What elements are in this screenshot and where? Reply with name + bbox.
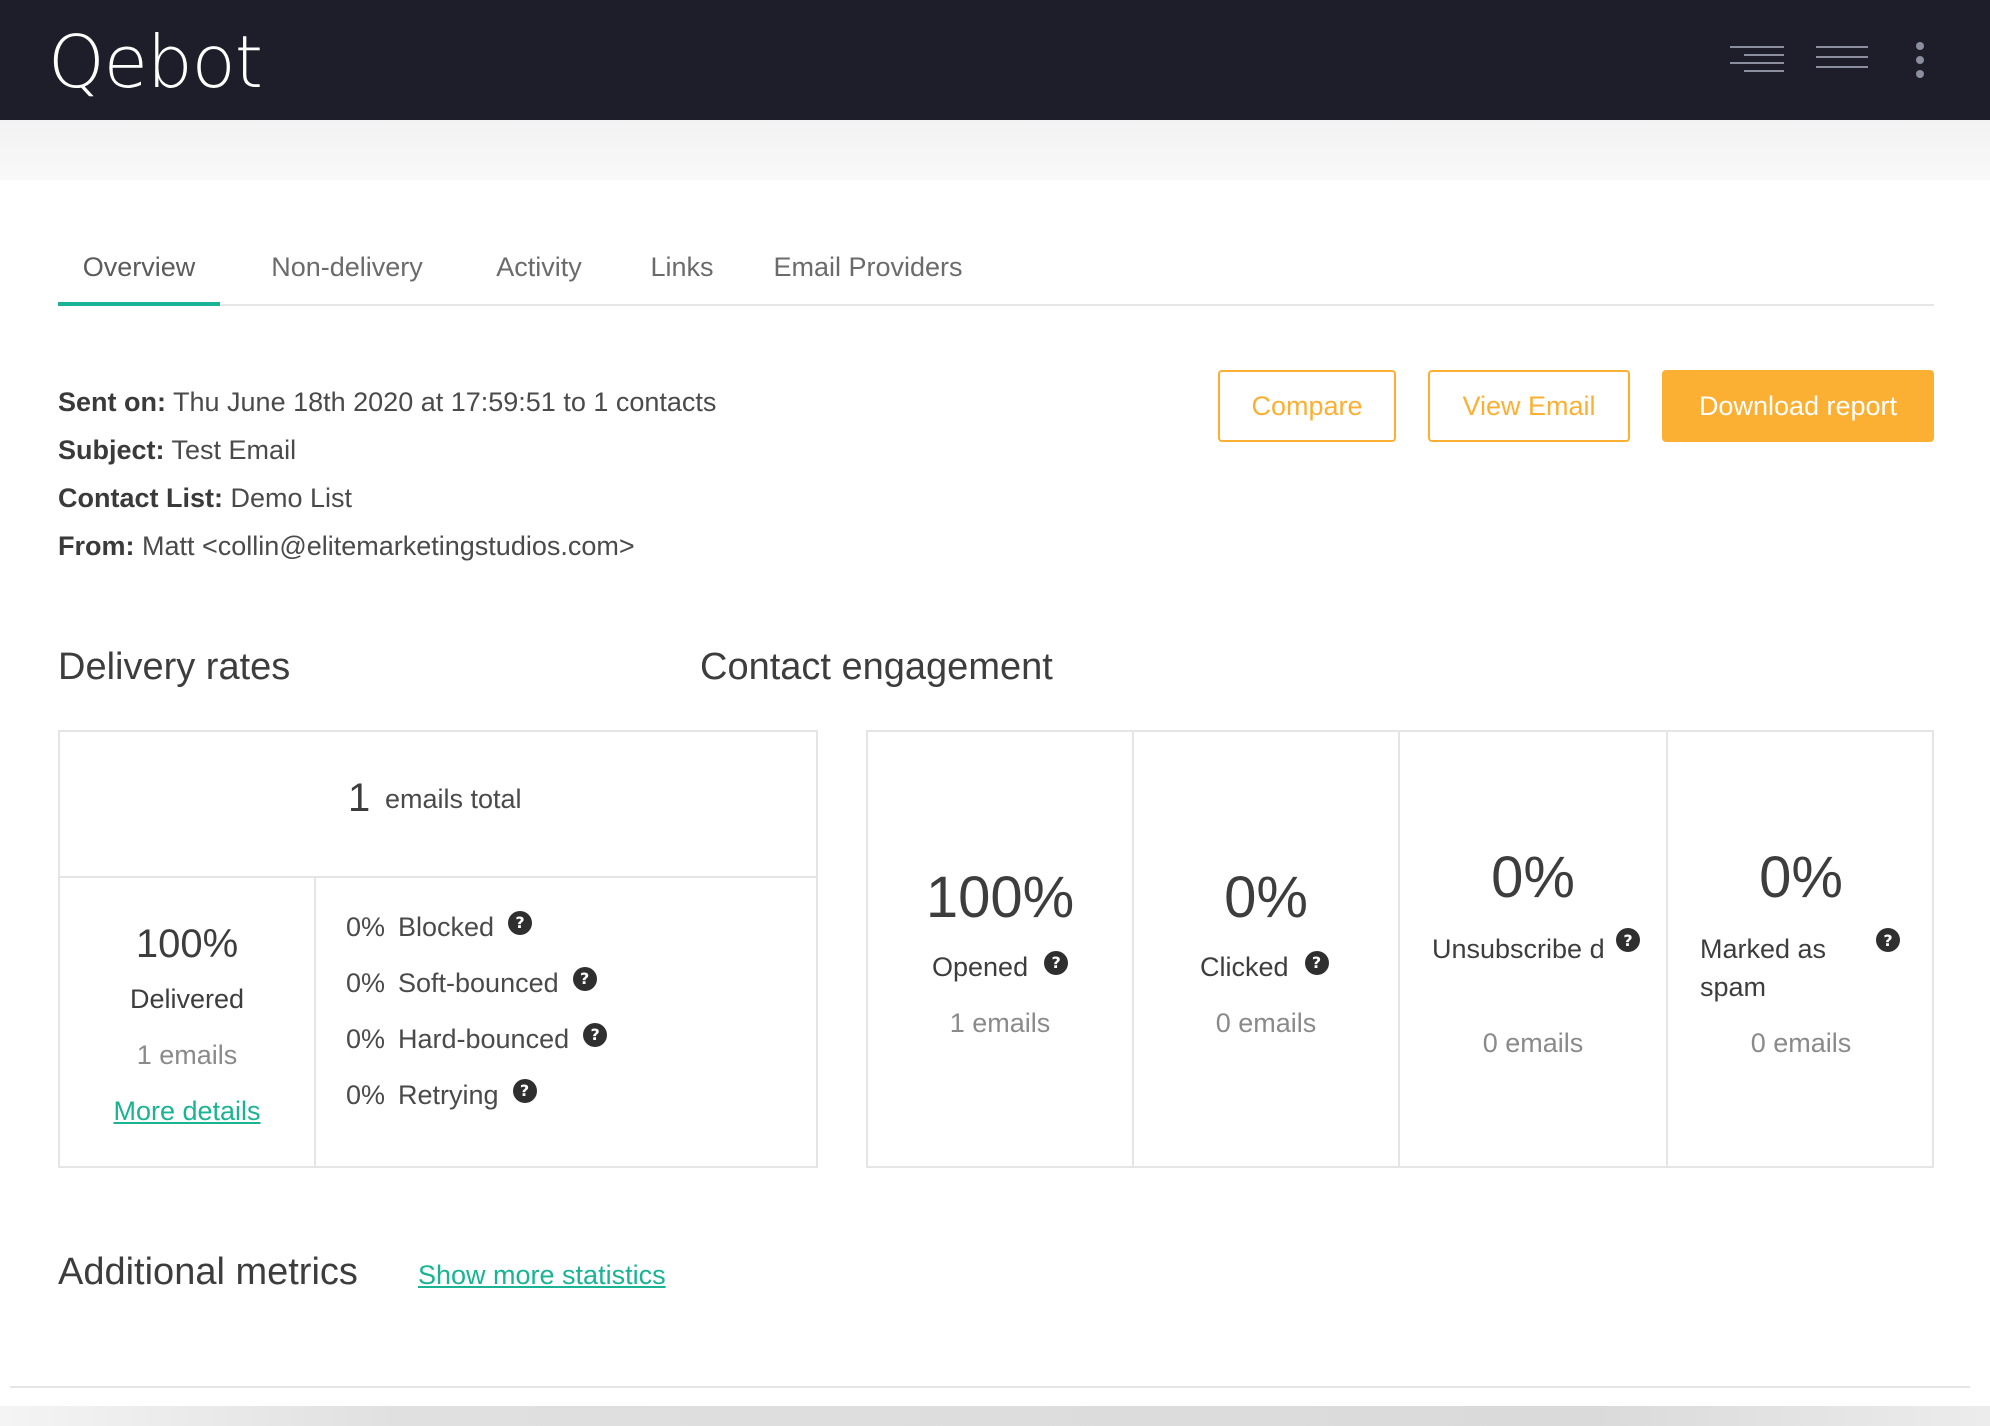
report-tabs: Overview Non-delivery Activity Links Ema… [58,238,1934,306]
emails-total-label: emails total [385,784,522,814]
spam-count: 0 emails [1750,1028,1852,1058]
top-bar: Qebot [0,0,1990,120]
more-details-wrapper: More details [60,1096,314,1127]
subject-value: Test Email [171,435,297,465]
hard-bounced-label: Hard-bounced [398,1024,570,1054]
clicked-label: Clicked [1200,952,1289,982]
question-circle-icon[interactable]: ? [1304,951,1329,975]
opened-pct: 100% [925,865,1075,930]
hard-bounced-row: 0% Hard-bounced ? [346,1022,608,1055]
clicked-label-row: Clicked ? [1200,948,1329,986]
unsubscribed-pct: 0% [1491,845,1575,910]
retrying-row: 0% Retrying ? [346,1078,537,1111]
hamburger-icon[interactable] [1730,46,1784,74]
horizontal-scrollbar[interactable] [0,1406,1990,1426]
header-shadow [0,120,1990,180]
spam-cell: 0% Marked as spam ? 0 emails [1668,732,1934,1166]
tab-links[interactable]: Links [636,252,728,306]
spam-pct: 0% [1759,845,1843,910]
spam-label: Marked as spam [1700,934,1827,1002]
more-details-link[interactable]: More details [113,1096,260,1126]
delivered-cell: 100% Delivered 1 emails More details [60,878,316,1166]
app-logo[interactable]: Qebot [48,22,263,102]
emails-total-value: 1 [348,776,371,820]
clicked-cell: 0% Clicked ? 0 emails [1134,732,1400,1166]
campaign-info: Sent on: Thu June 18th 2020 at 17:59:51 … [58,378,716,570]
question-circle-icon[interactable]: ? [572,966,597,991]
delivery-rates-title: Delivery rates [58,646,291,688]
soft-bounced-pct: 0% [346,968,386,998]
question-circle-icon[interactable]: ? [1044,951,1069,975]
unsubscribed-label: Unsubscribe d [1432,934,1605,964]
blocked-pct: 0% [346,912,386,942]
opened-label-row: Opened ? [932,948,1069,986]
show-more-wrapper: Show more statistics [418,1260,666,1291]
delivered-count: 1 emails [136,1040,238,1070]
clicked-pct: 0% [1224,865,1308,930]
contact-engagement-card: 100% Opened ? 1 emails 0% Clicked ? 0 em… [866,730,1934,1168]
delivery-rates-card: 1 emails total 100% Delivered 1 emails M… [58,730,818,1168]
download-report-button[interactable]: Download report [1662,370,1934,442]
delivered-pct: 100% [135,922,239,966]
contact-list-label: Contact List: [58,483,223,513]
tab-overview[interactable]: Overview [58,252,220,306]
sent-on-value: Thu June 18th 2020 at 17:59:51 to 1 cont… [173,387,717,417]
soft-bounced-label: Soft-bounced [398,968,559,998]
soft-bounced-row: 0% Soft-bounced ? [346,966,597,999]
tab-email-providers[interactable]: Email Providers [758,252,978,306]
compare-button[interactable]: Compare [1218,370,1396,442]
sent-on-label: Sent on: [58,387,166,417]
sent-on-line: Sent on: Thu June 18th 2020 at 17:59:51 … [58,378,716,426]
subject-label: Subject: [58,435,165,465]
question-circle-icon[interactable]: ? [583,1022,608,1047]
tab-activity[interactable]: Activity [472,252,606,306]
hard-bounced-pct: 0% [346,1024,386,1054]
clicked-count: 0 emails [1215,1008,1317,1038]
question-circle-icon[interactable]: ? [1876,928,1900,952]
opened-count: 1 emails [949,1008,1051,1038]
hamburger-icon[interactable] [1816,46,1870,74]
show-more-statistics-link[interactable]: Show more statistics [418,1260,666,1290]
unsubscribed-count: 0 emails [1482,1028,1584,1058]
tab-non-delivery[interactable]: Non-delivery [252,252,442,306]
blocked-row: 0% Blocked ? [346,910,533,943]
blocked-label: Blocked [398,912,495,942]
from-line: From: Matt <collin@elitemarketingstudios… [58,522,716,570]
question-circle-icon[interactable]: ? [1616,928,1640,952]
additional-metrics-title: Additional metrics [58,1251,358,1293]
opened-cell: 100% Opened ? 1 emails [868,732,1134,1166]
question-circle-icon[interactable]: ? [508,910,533,935]
retrying-label: Retrying [398,1080,499,1110]
unsubscribed-cell: 0% Unsubscribe d ? 0 emails [1400,732,1668,1166]
question-circle-icon[interactable]: ? [512,1078,537,1103]
contact-list-value: Demo List [230,483,353,513]
bottom-divider [10,1386,1970,1388]
contact-list-line: Contact List: Demo List [58,474,716,522]
emails-total-row: 1 emails total [60,732,816,878]
view-email-button[interactable]: View Email [1428,370,1630,442]
from-value: Matt <collin@elitemarketingstudios.com> [142,531,635,561]
delivered-label: Delivered [129,984,245,1014]
opened-label: Opened [932,952,1029,982]
subject-line: Subject: Test Email [58,426,716,474]
retrying-pct: 0% [346,1080,386,1110]
from-label: From: [58,531,135,561]
contact-engagement-title: Contact engagement [700,646,1053,688]
kebab-menu-icon[interactable] [1915,42,1925,80]
